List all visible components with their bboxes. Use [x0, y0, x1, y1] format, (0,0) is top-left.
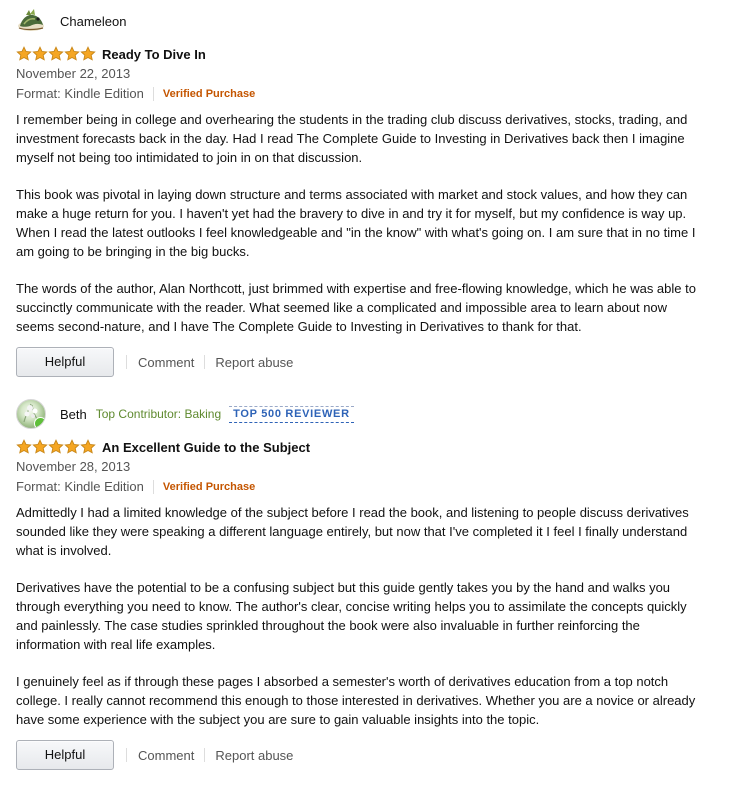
- review-date: November 22, 2013: [16, 66, 131, 81]
- review-body: Admittedly I had a limited knowledge of …: [16, 503, 706, 729]
- review-paragraph: Derivatives have the potential to be a c…: [16, 580, 687, 652]
- star-icon: [16, 439, 32, 454]
- divider: [204, 355, 206, 369]
- star-icon: [48, 46, 64, 61]
- reviewer-name[interactable]: Chameleon: [60, 14, 127, 29]
- format-row: Format: Kindle Edition Verified Purchase: [16, 85, 716, 103]
- review-paragraph: I genuinely feel as if through these pag…: [16, 674, 696, 727]
- format-label[interactable]: Format: Kindle Edition: [16, 478, 144, 496]
- top-reviewer-badge[interactable]: TOP 500 REVIEWER: [229, 405, 354, 423]
- star-rating[interactable]: [16, 46, 96, 62]
- star-icon: [32, 439, 48, 454]
- review-paragraph: The words of the author, Alan Northcott,…: [16, 281, 696, 334]
- star-icon: [64, 439, 80, 454]
- divider: [126, 748, 127, 762]
- contributor-label[interactable]: Top Contributor: Baking: [96, 407, 221, 421]
- report-abuse-link[interactable]: Report abuse: [215, 355, 293, 370]
- reviewer-profile: Chameleon: [16, 6, 716, 36]
- rating-row: Ready To Dive In: [16, 45, 716, 63]
- review-actions: Helpful Comment Report abuse: [16, 346, 716, 378]
- verified-purchase-badge: Verified Purchase: [162, 481, 256, 493]
- review-card: Beth Top Contributor: Baking TOP 500 REV…: [16, 399, 716, 771]
- contributor-badge-icon: [34, 417, 45, 428]
- star-icon: [48, 439, 64, 454]
- review-body: I remember being in college and overhear…: [16, 110, 706, 336]
- star-icon: [64, 46, 80, 61]
- rating-row: An Excellent Guide to the Subject: [16, 438, 716, 456]
- review-actions: Helpful Comment Report abuse: [16, 739, 716, 771]
- star-icon: [32, 46, 48, 61]
- comment-link[interactable]: Comment: [138, 355, 194, 370]
- verified-purchase-badge: Verified Purchase: [162, 88, 256, 100]
- divider: [204, 748, 206, 762]
- star-icon: [80, 439, 96, 454]
- review-paragraph: Admittedly I had a limited knowledge of …: [16, 505, 689, 558]
- format-row: Format: Kindle Edition Verified Purchase: [16, 478, 716, 496]
- review-title[interactable]: Ready To Dive In: [102, 47, 206, 62]
- chameleon-avatar-icon[interactable]: [16, 6, 46, 36]
- star-icon: [16, 46, 32, 61]
- divider: [126, 355, 127, 369]
- helpful-button[interactable]: Helpful: [16, 347, 114, 377]
- review-card: Chameleon Ready To Dive In November 22, …: [16, 6, 716, 378]
- review-paragraph: This book was pivotal in laying down str…: [16, 187, 696, 259]
- review-paragraph: I remember being in college and overhear…: [16, 112, 688, 165]
- comment-link[interactable]: Comment: [138, 748, 194, 763]
- flower-avatar-icon[interactable]: [16, 399, 46, 429]
- reviewer-profile: Beth Top Contributor: Baking TOP 500 REV…: [16, 399, 716, 429]
- reviewer-name[interactable]: Beth: [60, 407, 87, 422]
- review-date: November 28, 2013: [16, 459, 131, 474]
- star-rating[interactable]: [16, 439, 96, 455]
- divider: [152, 87, 154, 101]
- format-label[interactable]: Format: Kindle Edition: [16, 85, 144, 103]
- star-icon: [80, 46, 96, 61]
- review-title[interactable]: An Excellent Guide to the Subject: [102, 440, 310, 455]
- divider: [152, 480, 154, 494]
- helpful-button[interactable]: Helpful: [16, 740, 114, 770]
- report-abuse-link[interactable]: Report abuse: [215, 748, 293, 763]
